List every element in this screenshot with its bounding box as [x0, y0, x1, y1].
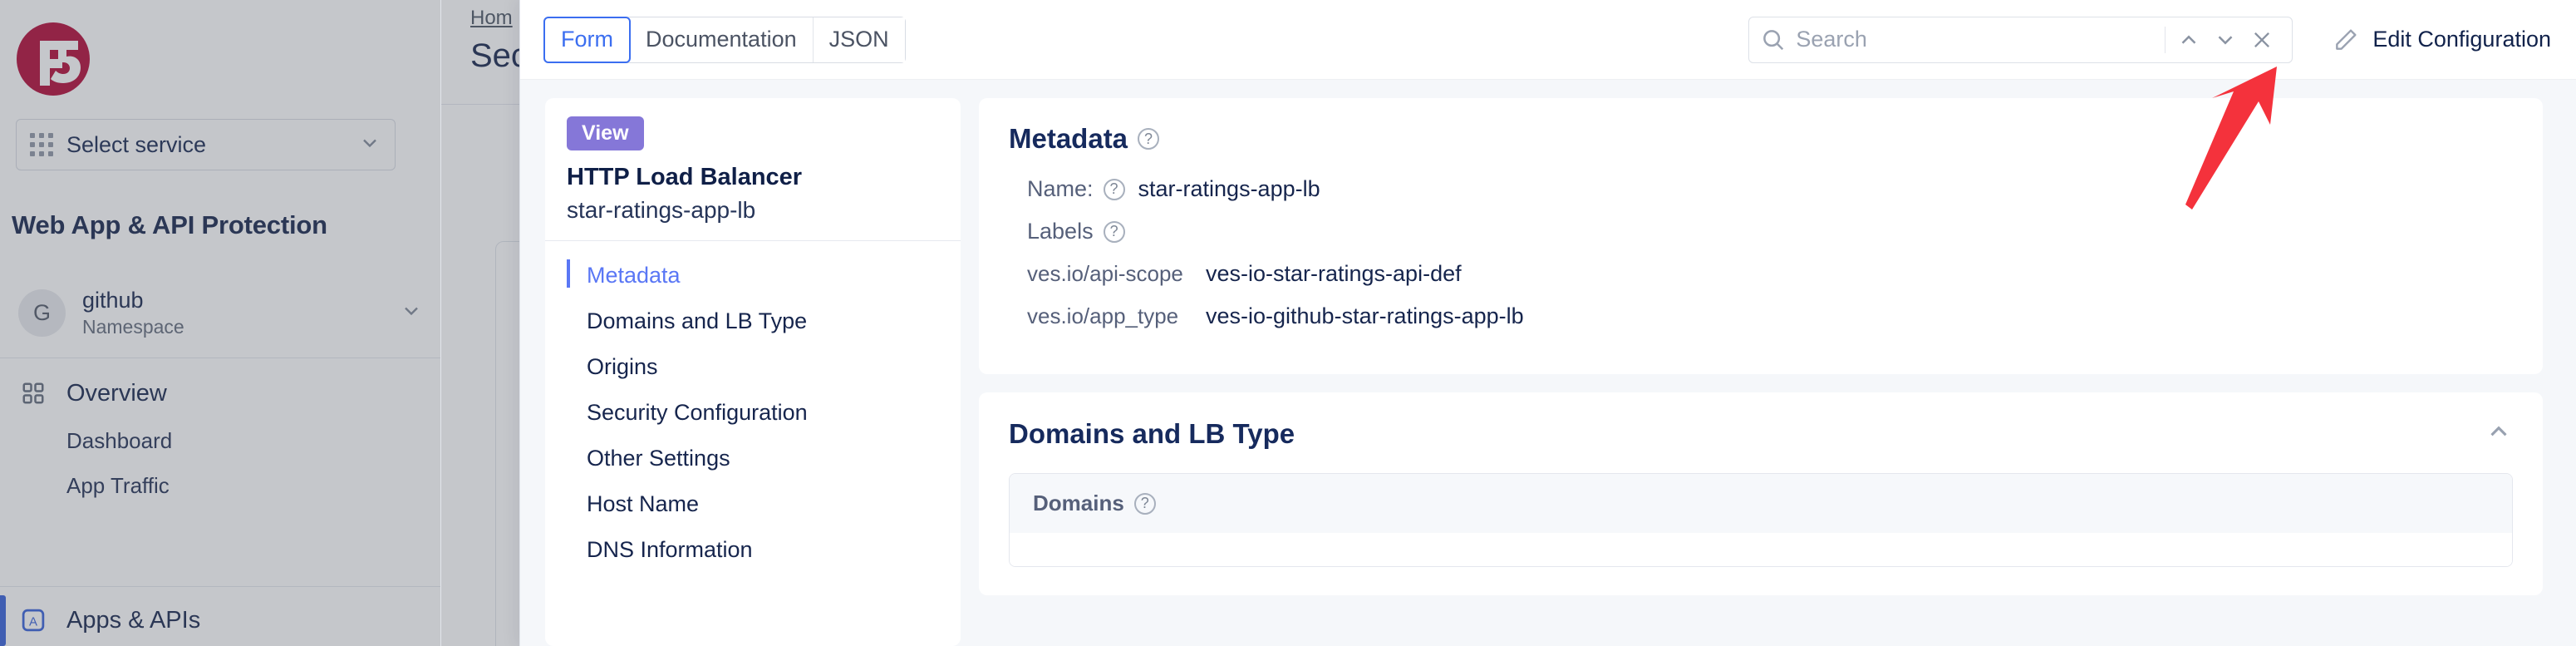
label-value: ves-io-github-star-ratings-app-lb: [1206, 303, 1524, 328]
edit-configuration-label: Edit Configuration: [2372, 27, 2551, 52]
chevron-up-icon[interactable]: [2485, 417, 2513, 450]
metadata-name-value: star-ratings-app-lb: [1138, 176, 1320, 201]
tab-form-label: Form: [561, 27, 613, 52]
nav-item-host-name-label: Host Name: [587, 491, 700, 516]
sidebar: Select service Web App & API Protection …: [0, 0, 441, 646]
nav-item-origins-label: Origins: [587, 354, 658, 379]
tab-form[interactable]: Form: [543, 16, 631, 63]
nav-item-domains-and-lb-type[interactable]: Domains and LB Type: [545, 298, 961, 344]
chevron-down-icon[interactable]: [2207, 22, 2244, 58]
drawer-header: Form Documentation JSON Search Edit Conf…: [520, 0, 2576, 80]
mode-badge: View: [567, 116, 644, 150]
configuration-drawer: Form Documentation JSON Search Edit Conf…: [519, 0, 2576, 646]
section-nav-list: Metadata Domains and LB Type Origins Sec…: [545, 241, 961, 573]
nav-item-security-configuration-label: Security Configuration: [587, 400, 808, 425]
screen: Select service Web App & API Protection …: [0, 0, 2576, 646]
metadata-panel-title: Metadata: [1009, 123, 1128, 154]
nav-item-host-name[interactable]: Host Name: [545, 481, 961, 527]
pencil-icon: [2333, 27, 2359, 53]
edit-configuration-button[interactable]: Edit Configuration: [2333, 27, 2551, 53]
tab-documentation-label: Documentation: [646, 27, 797, 52]
view-mode-tabs: Form Documentation JSON: [543, 16, 906, 63]
sidebar-item-apps-apis-label: Apps & APIs: [66, 606, 201, 634]
metadata-panel: Metadata ? Name: ? star-ratings-app-lb L…: [979, 98, 2543, 374]
close-icon[interactable]: [2244, 22, 2280, 58]
namespace-name: github: [82, 288, 144, 313]
nav-item-metadata[interactable]: Metadata: [545, 253, 961, 298]
object-name: star-ratings-app-lb: [567, 197, 756, 223]
namespace-sublabel: Namespace: [82, 315, 184, 338]
nav-item-other-settings-label: Other Settings: [587, 446, 730, 471]
sidebar-item-overview[interactable]: Overview: [0, 368, 441, 418]
namespace-avatar: G: [18, 288, 66, 337]
grid-squares-icon: [18, 381, 48, 406]
sidebar-item-apps-apis[interactable]: A Apps & APIs: [0, 595, 441, 645]
svg-text:A: A: [29, 614, 37, 629]
metadata-rows: Name: ? star-ratings-app-lb Labels ? ves…: [1009, 176, 2513, 329]
domains-panel: Domains and LB Type Domains ?: [979, 392, 2543, 595]
nav-item-metadata-label: Metadata: [587, 263, 681, 288]
sidebar-divider: [0, 586, 441, 587]
domains-table: Domains ?: [1009, 473, 2513, 567]
select-service-label: Select service: [66, 131, 207, 157]
domains-table-header: Domains ?: [1010, 474, 2512, 533]
apps-apis-icon: A: [18, 608, 48, 633]
tab-json[interactable]: JSON: [813, 17, 905, 62]
domains-table-body: [1010, 533, 2512, 566]
chevron-down-icon[interactable]: [400, 299, 423, 327]
nav-item-security-configuration[interactable]: Security Configuration: [545, 390, 961, 436]
sidebar-item-app-traffic[interactable]: App Traffic: [0, 463, 441, 508]
label-key: ves.io/api-scope: [1027, 261, 1183, 286]
section-nav-header: View HTTP Load Balancer star-ratings-app…: [545, 98, 961, 240]
nav-item-origins[interactable]: Origins: [545, 344, 961, 390]
section-nav-card: View HTTP Load Balancer star-ratings-app…: [545, 98, 961, 646]
domains-column-label: Domains: [1033, 491, 1124, 515]
nav-item-dns-information-label: DNS Information: [587, 537, 753, 562]
metadata-labels-label: Labels: [1027, 219, 1094, 244]
namespace-selector[interactable]: G github Namespace: [0, 268, 441, 358]
sidebar-group-overview: Overview Dashboard App Traffic: [0, 368, 441, 508]
search-divider: [2165, 26, 2166, 53]
chevron-up-icon[interactable]: [2170, 22, 2207, 58]
search-box[interactable]: [1748, 16, 2293, 63]
metadata-row-name: Name: ? star-ratings-app-lb: [1027, 176, 2513, 202]
namespace-text: github Namespace: [82, 286, 184, 339]
sidebar-item-dashboard[interactable]: Dashboard: [0, 418, 441, 463]
label-value: ves-io-star-ratings-api-def: [1206, 261, 1462, 286]
sidebar-active-indicator: [0, 595, 6, 646]
nav-item-dns-information[interactable]: DNS Information: [545, 527, 961, 573]
select-service-dropdown[interactable]: Select service: [16, 119, 396, 170]
metadata-row-labels: Labels ?: [1027, 219, 2513, 244]
question-circle-icon[interactable]: ?: [1103, 220, 1125, 243]
label-key: ves.io/app_type: [1027, 303, 1179, 328]
grid-icon: [30, 132, 55, 157]
metadata-panel-header: Metadata ?: [1009, 123, 2513, 155]
domains-panel-header: Domains and LB Type: [1009, 417, 2513, 450]
domains-panel-title: Domains and LB Type: [1009, 417, 1295, 449]
sidebar-item-overview-label: Overview: [66, 379, 167, 407]
chevron-down-icon: [358, 131, 381, 159]
tab-documentation[interactable]: Documentation: [630, 17, 814, 62]
f5-logo: [15, 21, 91, 97]
sidebar-item-app-traffic-label: App Traffic: [66, 472, 170, 498]
product-title: Web App & API Protection: [12, 210, 327, 239]
question-circle-icon[interactable]: ?: [1103, 178, 1125, 200]
drawer-body: View HTTP Load Balancer star-ratings-app…: [520, 80, 2576, 646]
nav-item-domains-and-lb-type-label: Domains and LB Type: [587, 308, 808, 333]
search-icon: [1761, 27, 1786, 52]
label-row: ves.io/api-scope ves-io-star-ratings-api…: [1027, 261, 2513, 287]
sidebar-item-dashboard-label: Dashboard: [66, 427, 173, 453]
sidebar-group-apps-apis: A Apps & APIs: [0, 595, 441, 646]
section-content: Metadata ? Name: ? star-ratings-app-lb L…: [979, 98, 2543, 646]
search-input[interactable]: [1796, 27, 2161, 52]
question-circle-icon[interactable]: ?: [1133, 492, 1156, 515]
object-type-title: HTTP Load Balancer: [567, 164, 803, 190]
label-row: ves.io/app_type ves-io-github-star-ratin…: [1027, 303, 2513, 329]
nav-item-other-settings[interactable]: Other Settings: [545, 436, 961, 481]
question-circle-icon[interactable]: ?: [1138, 128, 1160, 150]
metadata-name-label: Name:: [1027, 176, 1094, 201]
tab-json-label: JSON: [828, 27, 889, 52]
